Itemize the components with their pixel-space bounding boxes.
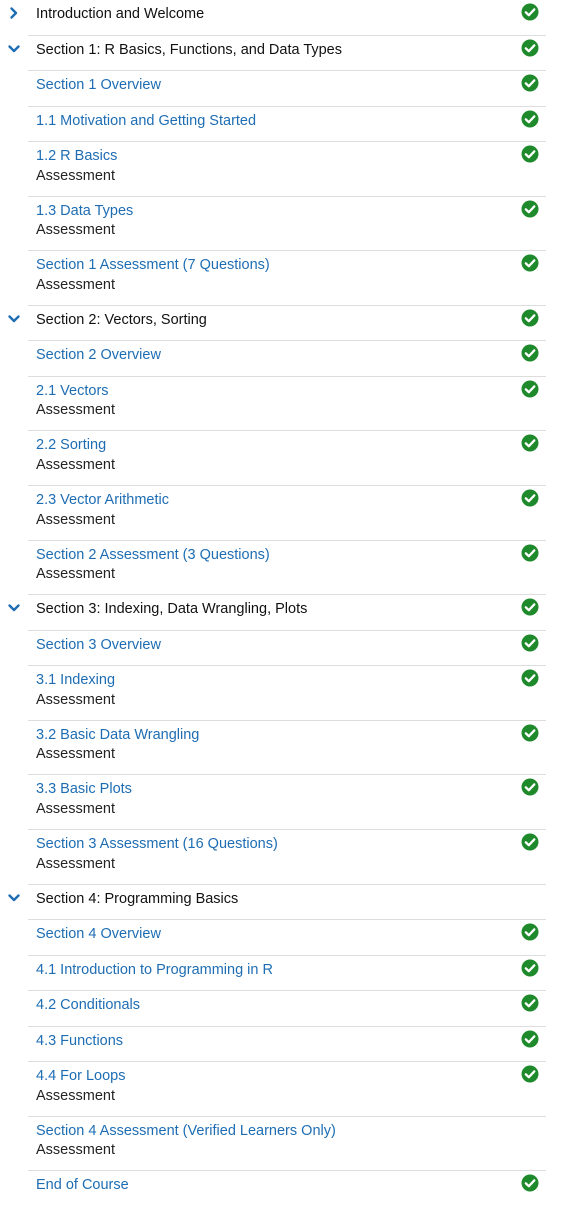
unit-link[interactable]: 4.4 For Loops — [36, 1067, 125, 1085]
unit-row[interactable]: 1.3 Data Types Assessment — [0, 197, 562, 252]
chevron-right-icon[interactable] — [7, 6, 21, 20]
unit-row[interactable]: Section 1 Overview — [0, 71, 562, 107]
unit-link[interactable]: 4.3 Functions — [36, 1032, 123, 1050]
unit-row[interactable]: 1.2 R Basics Assessment — [0, 142, 562, 197]
unit-link[interactable]: 1.3 Data Types — [36, 202, 133, 220]
section-title: Section 4: Programming Basics — [36, 890, 239, 907]
section-row[interactable]: Section 2: Vectors, Sorting — [0, 306, 562, 342]
check-circle-icon — [521, 254, 539, 272]
check-circle-icon — [521, 434, 539, 452]
unit-row[interactable]: 4.3 Functions — [0, 1027, 562, 1063]
check-circle-icon — [521, 833, 539, 851]
unit-link[interactable]: 3.2 Basic Data Wrangling — [36, 726, 199, 744]
check-circle-icon — [521, 959, 539, 977]
unit-link[interactable]: 1.1 Motivation and Getting Started — [36, 112, 256, 130]
unit-link[interactable]: 4.2 Conditionals — [36, 996, 140, 1014]
section-row[interactable]: Section 3: Indexing, Data Wrangling, Plo… — [0, 595, 562, 631]
check-circle-icon — [521, 39, 539, 56]
unit-link[interactable]: Section 1 Overview — [36, 76, 161, 94]
section-row[interactable]: Introduction and Welcome — [0, 0, 562, 36]
check-circle-icon — [521, 344, 539, 362]
unit-type-label: Assessment — [36, 855, 115, 872]
unit-link[interactable]: 3.3 Basic Plots — [36, 780, 132, 798]
unit-link[interactable]: 3.1 Indexing — [36, 671, 115, 689]
unit-link[interactable]: Section 1 Assessment (7 Questions) — [36, 256, 270, 274]
unit-type-label: Assessment — [36, 746, 115, 763]
check-circle-icon — [521, 309, 539, 327]
unit-type-label: Assessment — [36, 1087, 115, 1104]
unit-type-label: Assessment — [36, 167, 115, 184]
check-circle-icon — [521, 778, 539, 796]
section-title: Introduction and Welcome — [36, 6, 205, 22]
chevron-down-icon[interactable] — [7, 601, 21, 615]
unit-link[interactable]: Section 4 Assessment (Verified Learners … — [36, 1122, 336, 1140]
unit-link[interactable]: End of Course — [36, 1176, 129, 1194]
check-circle-icon — [521, 145, 539, 163]
check-circle-icon — [521, 3, 539, 21]
unit-type-label: Assessment — [36, 1142, 115, 1159]
unit-type-label: Assessment — [36, 456, 115, 473]
check-circle-icon — [521, 634, 539, 652]
unit-row[interactable]: Section 3 Overview — [0, 631, 562, 667]
unit-row[interactable]: Section 4 Overview — [0, 920, 562, 956]
section-row[interactable]: Section 1: R Basics, Functions, and Data… — [0, 36, 562, 72]
check-circle-icon — [521, 74, 539, 92]
check-circle-icon — [521, 200, 539, 218]
unit-link[interactable]: 4.1 Introduction to Programming in R — [36, 961, 273, 979]
unit-link[interactable]: Section 4 Overview — [36, 925, 161, 943]
check-circle-icon — [521, 1065, 539, 1083]
check-circle-icon — [521, 1174, 539, 1192]
unit-type-label: Assessment — [36, 691, 115, 708]
unit-row[interactable]: 2.2 Sorting Assessment — [0, 431, 562, 486]
check-circle-icon — [521, 724, 539, 742]
chevron-down-icon[interactable] — [7, 312, 21, 326]
chevron-down-icon[interactable] — [7, 42, 21, 56]
check-circle-icon — [521, 994, 539, 1012]
unit-row[interactable]: 3.1 Indexing Assessment — [0, 666, 562, 721]
check-circle-icon — [521, 923, 539, 941]
unit-link[interactable]: Section 3 Assessment (16 Questions) — [36, 835, 278, 853]
unit-row[interactable]: 3.2 Basic Data Wrangling Assessment — [0, 721, 562, 776]
unit-type-label: Assessment — [36, 222, 115, 239]
unit-type-label: Assessment — [36, 276, 115, 293]
check-circle-icon — [521, 598, 539, 616]
unit-row[interactable]: Section 4 Assessment (Verified Learners … — [0, 1117, 562, 1172]
unit-link[interactable]: 2.3 Vector Arithmetic — [36, 491, 169, 509]
unit-type-label: Assessment — [36, 566, 115, 583]
unit-row[interactable]: Section 1 Assessment (7 Questions) Assess… — [0, 251, 562, 306]
check-circle-icon — [521, 1030, 539, 1048]
unit-row[interactable]: 4.1 Introduction to Programming in R — [0, 956, 562, 992]
unit-row[interactable]: End of Course — [0, 1171, 562, 1207]
unit-row[interactable]: Section 2 Assessment (3 Questions) Assess… — [0, 541, 562, 596]
check-circle-icon — [521, 544, 539, 562]
section-title: Section 3: Indexing, Data Wrangling, Plo… — [36, 601, 308, 618]
unit-link[interactable]: 2.2 Sorting — [36, 436, 106, 454]
chevron-down-icon[interactable] — [7, 891, 21, 905]
unit-link[interactable]: 1.2 R Basics — [36, 147, 117, 165]
section-row[interactable]: Section 4: Programming Basics — [0, 885, 562, 921]
unit-row[interactable]: 4.4 For Loops Assessment — [0, 1062, 562, 1117]
section-title: Section 1: R Basics, Functions, and Data… — [36, 41, 343, 58]
unit-type-label: Assessment — [36, 800, 115, 817]
unit-row[interactable]: 4.2 Conditionals — [0, 991, 562, 1027]
unit-row[interactable]: 2.3 Vector Arithmetic Assessment — [0, 486, 562, 541]
unit-row[interactable]: 3.3 Basic Plots Assessment — [0, 775, 562, 830]
unit-row[interactable]: 2.1 Vectors Assessment — [0, 377, 562, 432]
section-title: Section 2: Vectors, Sorting — [36, 311, 207, 328]
unit-link[interactable]: 2.1 Vectors — [36, 382, 109, 400]
check-circle-icon — [521, 110, 539, 127]
unit-link[interactable]: Section 2 Assessment (3 Questions) — [36, 546, 270, 564]
unit-link[interactable]: Section 3 Overview — [36, 636, 161, 654]
unit-type-label: Assessment — [36, 402, 115, 419]
check-circle-icon — [521, 669, 539, 687]
unit-link[interactable]: Section 2 Overview — [36, 346, 161, 364]
unit-row[interactable]: Section 3 Assessment (16 Questions) Asses… — [0, 830, 562, 885]
unit-row[interactable]: 1.1 Motivation and Getting Started — [0, 107, 562, 143]
check-circle-icon — [521, 380, 539, 398]
unit-row[interactable]: Section 2 Overview — [0, 341, 562, 377]
check-circle-icon — [521, 489, 539, 507]
unit-type-label: Assessment — [36, 511, 115, 528]
